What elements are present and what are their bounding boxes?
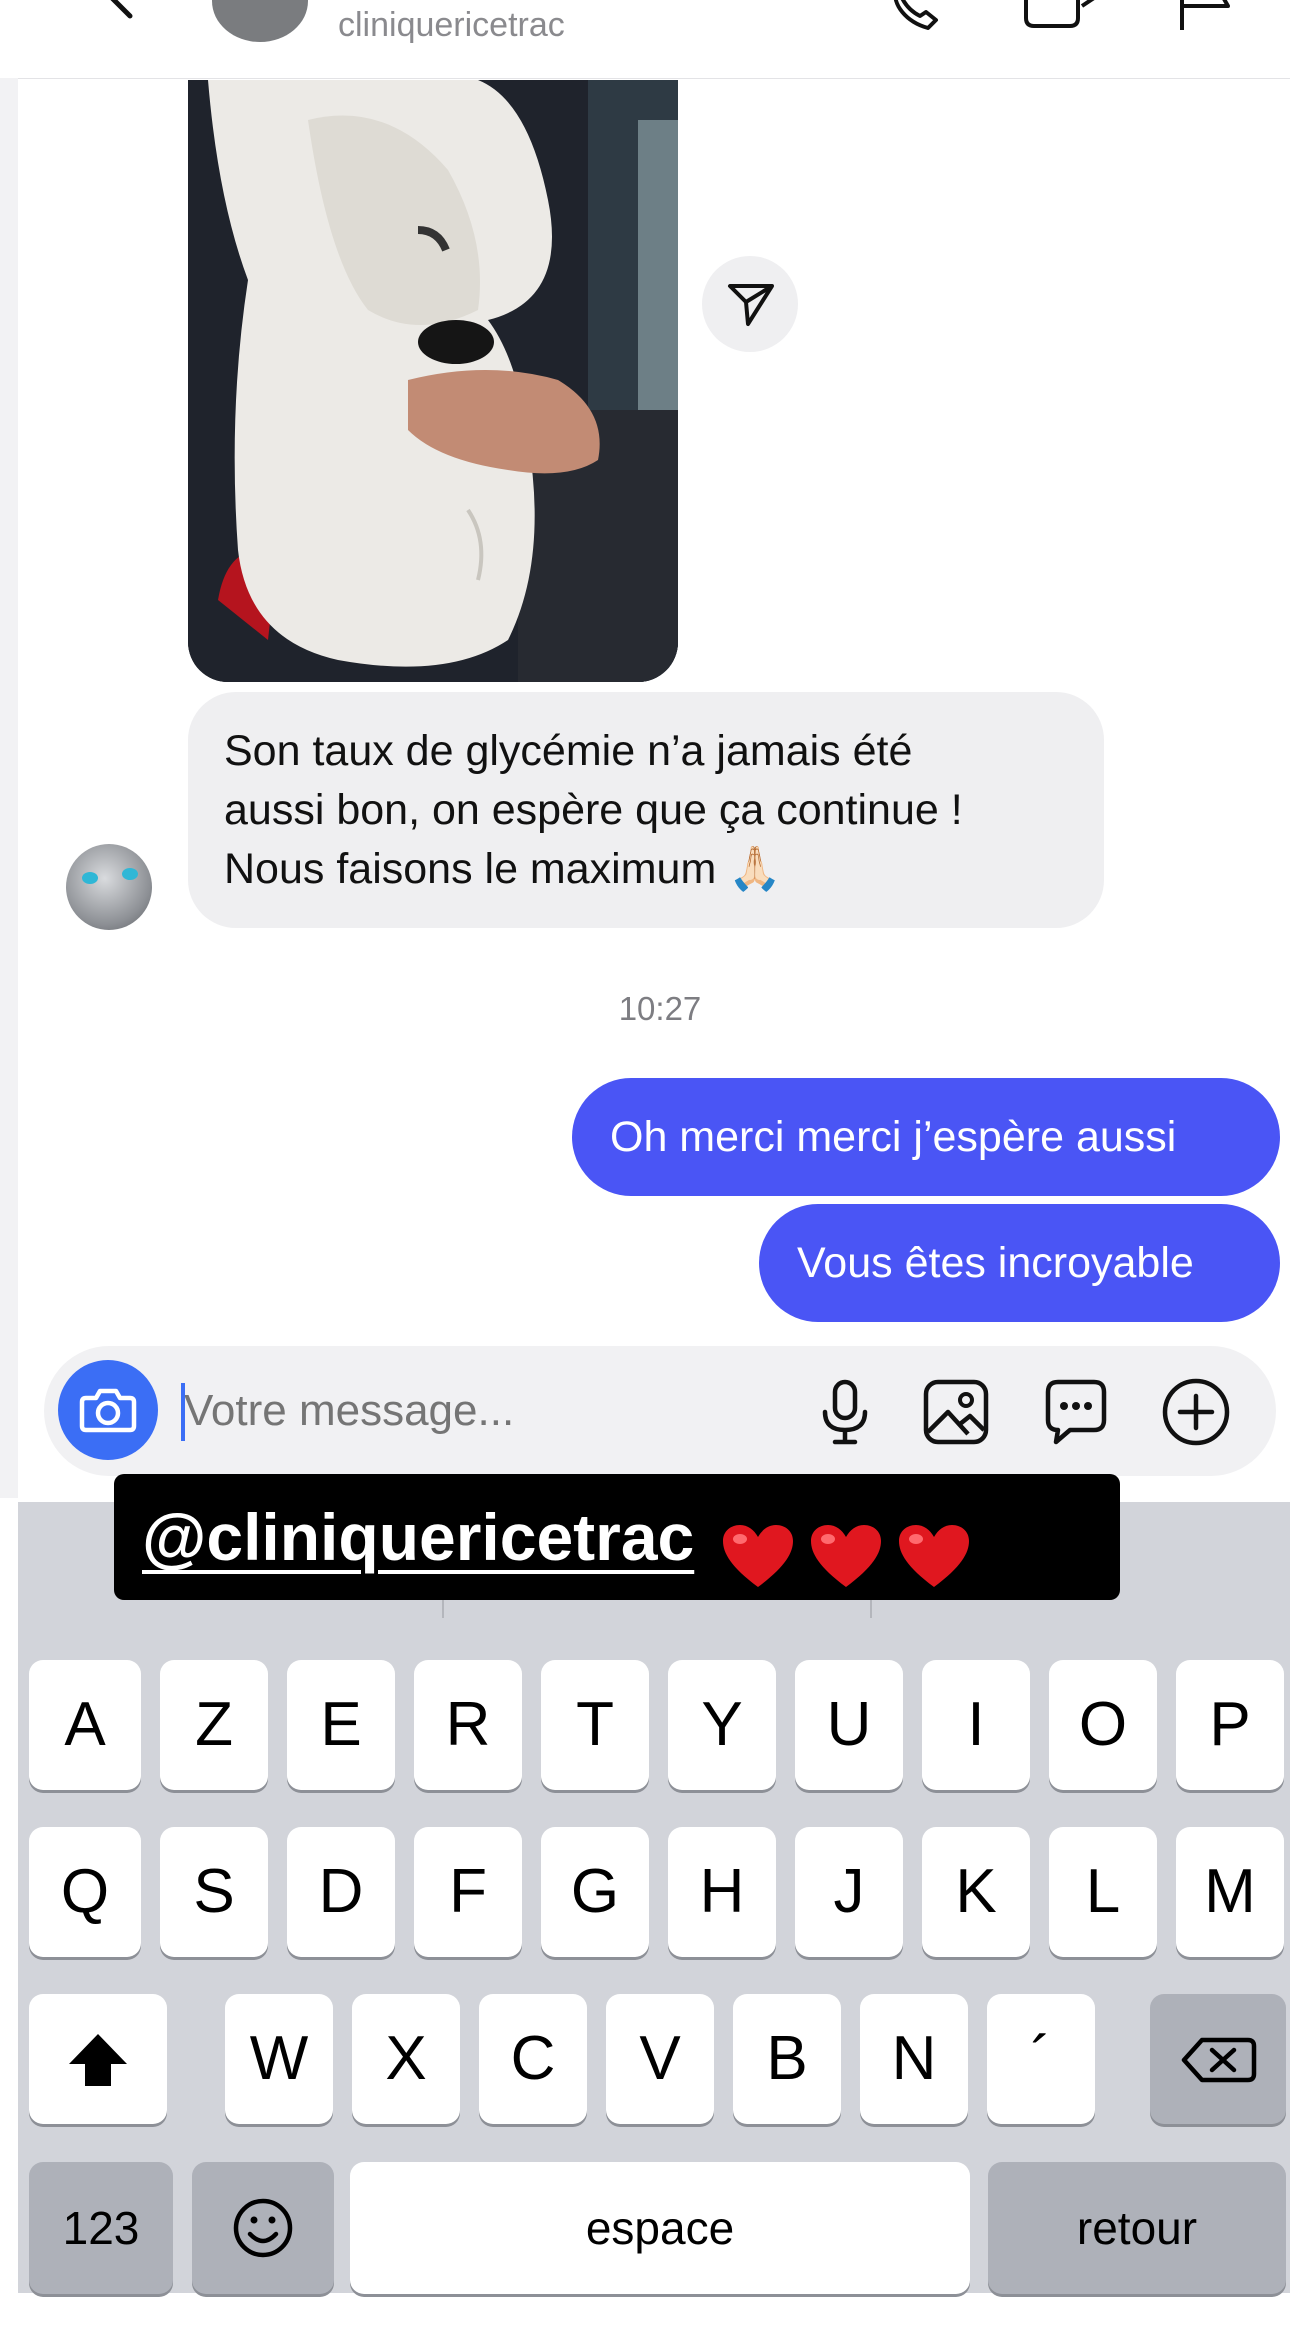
key-a[interactable]: A xyxy=(29,1660,141,1790)
key-accent[interactable]: ´ xyxy=(987,1994,1095,2124)
camera-icon xyxy=(79,1388,137,1433)
emoji-key[interactable] xyxy=(192,2162,334,2294)
key-j[interactable]: J xyxy=(795,1827,903,1957)
mention-handle[interactable]: @cliniquericetrac xyxy=(142,1500,694,1574)
key-g[interactable]: G xyxy=(541,1827,649,1957)
cat-avatar-illustration xyxy=(82,868,138,884)
space-key[interactable]: espace xyxy=(350,2162,970,2294)
message-line: Son taux de glycémie n’a jamais été xyxy=(224,727,913,775)
key-c[interactable]: C xyxy=(479,1994,587,2124)
key-x[interactable]: X xyxy=(352,1994,460,2124)
delete-key[interactable] xyxy=(1150,1994,1286,2124)
key-t[interactable]: T xyxy=(541,1660,649,1790)
key-h[interactable]: H xyxy=(668,1827,776,1957)
shift-key[interactable] xyxy=(29,1994,167,2124)
shift-icon xyxy=(69,2034,127,2086)
message-line: Nous faisons le maximum 🙏🏻 xyxy=(224,845,782,893)
gallery-icon[interactable] xyxy=(916,1372,996,1452)
username-label[interactable]: cliniquericetrac xyxy=(338,6,565,45)
share-photo-button[interactable] xyxy=(702,256,798,352)
camera-button[interactable] xyxy=(58,1360,158,1460)
mention-sticker[interactable]: @cliniquericetrac xyxy=(114,1474,1120,1600)
key-m[interactable]: M xyxy=(1176,1827,1284,1957)
key-v[interactable]: V xyxy=(606,1994,714,2124)
emoji-icon xyxy=(233,2198,293,2258)
screen-edge xyxy=(0,78,18,1498)
back-icon[interactable] xyxy=(100,0,140,20)
key-z[interactable]: Z xyxy=(160,1660,268,1790)
add-icon[interactable] xyxy=(1156,1372,1236,1452)
key-p[interactable]: P xyxy=(1176,1660,1284,1790)
flag-icon[interactable] xyxy=(1178,0,1238,30)
key-b[interactable]: B xyxy=(733,1994,841,2124)
key-w[interactable]: W xyxy=(225,1994,333,2124)
numbers-key[interactable]: 123 xyxy=(29,2162,173,2294)
delete-icon xyxy=(1181,2037,1257,2083)
key-s[interactable]: S xyxy=(160,1827,268,1957)
heart-icon xyxy=(810,1524,881,1587)
outgoing-message-bubble[interactable]: Vous êtes incroyable xyxy=(759,1204,1280,1322)
text-cursor xyxy=(181,1383,185,1441)
key-n[interactable]: N xyxy=(860,1994,968,2124)
key-f[interactable]: F xyxy=(414,1827,522,1957)
incoming-message-bubble[interactable]: Son taux de glycémie n’a jamais été auss… xyxy=(188,692,1104,928)
message-line: aussi bon, on espère que ça continue ! xyxy=(224,786,963,834)
contact-avatar[interactable] xyxy=(66,844,152,930)
dog-photo-illustration xyxy=(188,80,678,682)
hearts-emoji xyxy=(721,1493,985,1619)
message-input[interactable] xyxy=(184,1374,784,1448)
key-k[interactable]: K xyxy=(922,1827,1030,1957)
send-icon xyxy=(728,284,774,326)
video-camera-icon[interactable] xyxy=(1024,0,1104,30)
return-key[interactable]: retour xyxy=(988,2162,1286,2294)
outgoing-message-bubble[interactable]: Oh merci merci j’espère aussi xyxy=(572,1078,1280,1196)
heart-icon xyxy=(722,1524,793,1587)
sticker-icon[interactable] xyxy=(1036,1372,1116,1452)
key-q[interactable]: Q xyxy=(29,1827,141,1957)
key-o[interactable]: O xyxy=(1049,1660,1157,1790)
key-r[interactable]: R xyxy=(414,1660,522,1790)
key-e[interactable]: E xyxy=(287,1660,395,1790)
key-d[interactable]: D xyxy=(287,1827,395,1957)
key-y[interactable]: Y xyxy=(668,1660,776,1790)
key-l[interactable]: L xyxy=(1049,1827,1157,1957)
shared-photo-dog[interactable] xyxy=(188,80,678,682)
message-timestamp: 10:27 xyxy=(618,990,702,1027)
phone-icon[interactable] xyxy=(888,0,954,30)
microphone-icon[interactable] xyxy=(805,1372,885,1452)
key-u[interactable]: U xyxy=(795,1660,903,1790)
key-i[interactable]: I xyxy=(922,1660,1030,1790)
heart-icon xyxy=(898,1524,969,1587)
